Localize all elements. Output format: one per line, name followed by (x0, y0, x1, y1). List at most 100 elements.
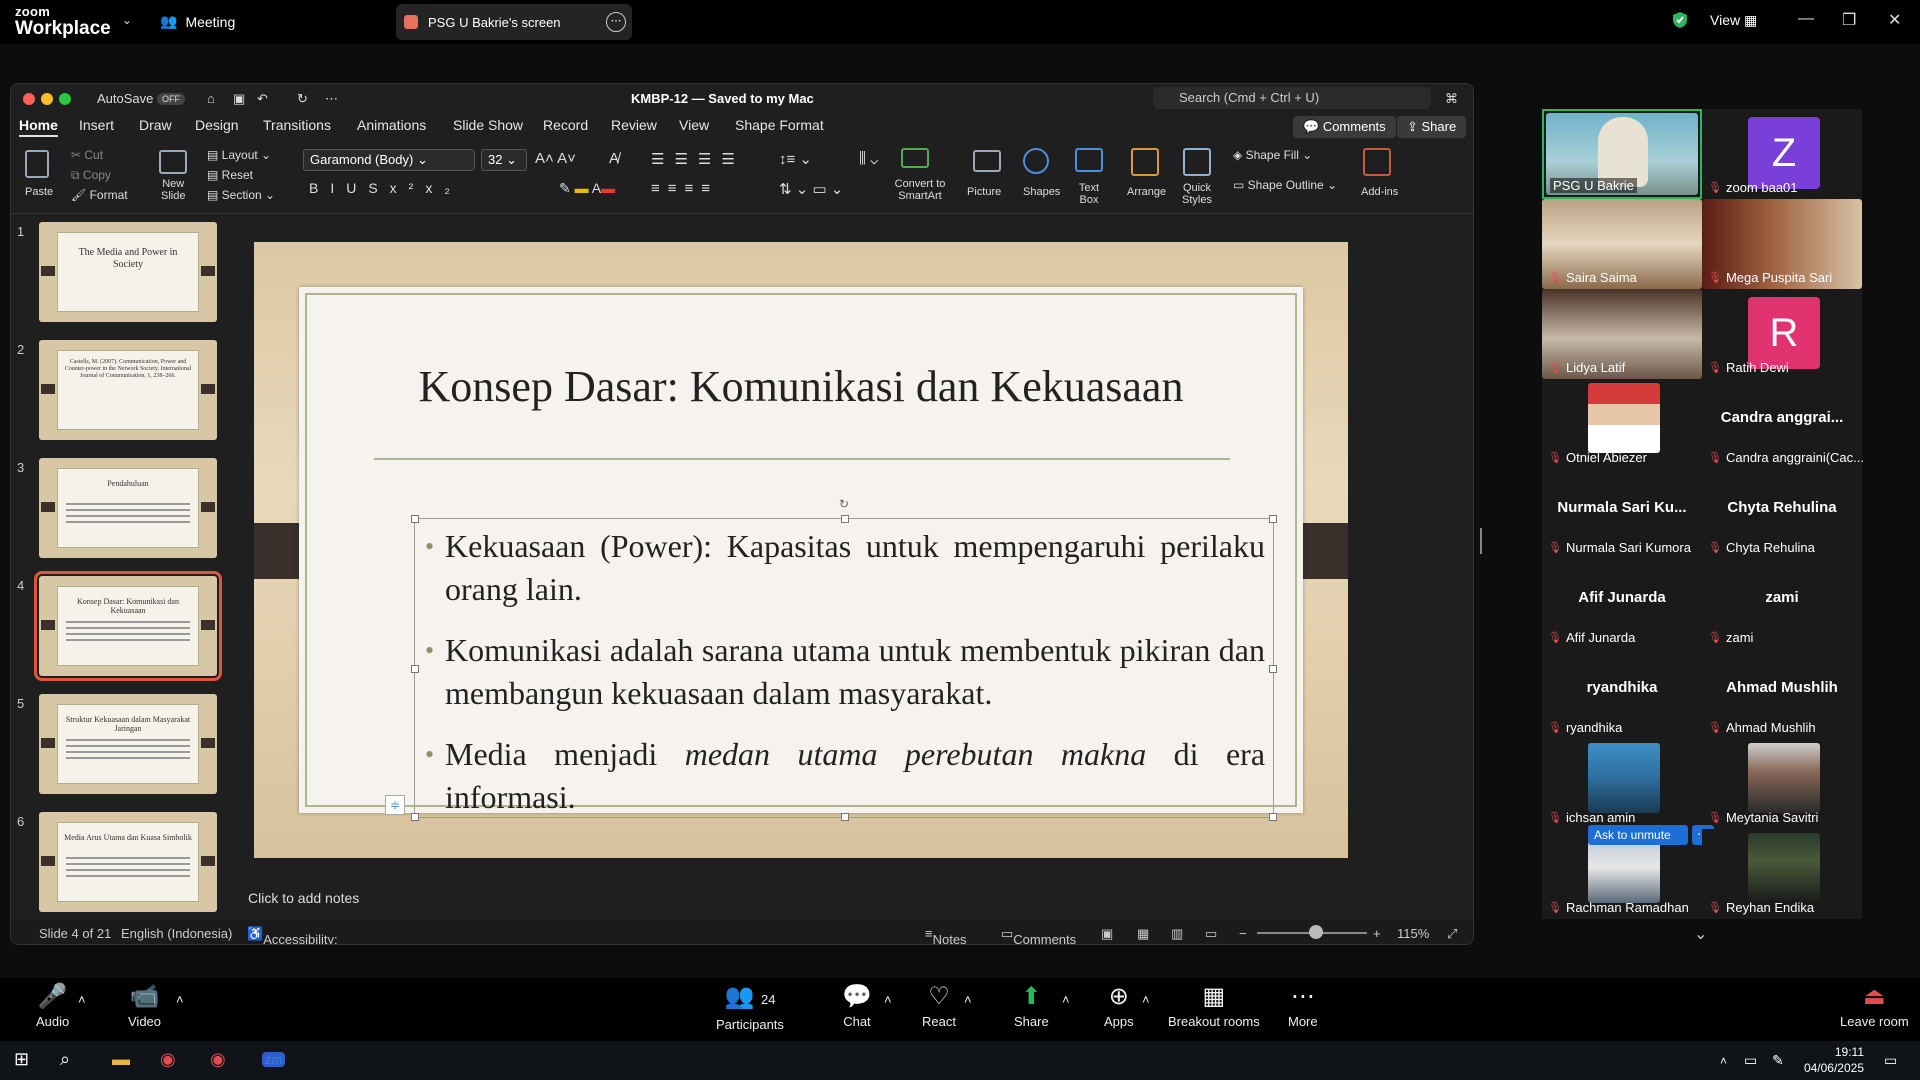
share-link-icon[interactable]: ⌘ (1445, 91, 1458, 107)
participant-tile[interactable]: Ask to unmute ⋯ 🎙Rachman Ramadhan (1542, 825, 1714, 919)
participant-tile[interactable]: 🎙 Lidya Latif (1542, 289, 1702, 379)
tab-view[interactable]: View (679, 117, 709, 133)
slide-thumbnail-1[interactable]: The Media and Power in Society (39, 222, 217, 322)
notes-pane[interactable]: Click to add notes (248, 890, 359, 906)
more-button[interactable]: ⋯ More (1288, 980, 1318, 1029)
rotate-handle-icon[interactable]: ↻ (839, 497, 849, 511)
view-button[interactable]: View ▦ (1710, 12, 1757, 29)
resize-handle[interactable] (411, 515, 419, 523)
chat-options-icon[interactable]: ˄ (884, 992, 892, 1007)
participant-tile[interactable]: 🎙 Meytania Savitri (1702, 739, 1862, 829)
participant-tile[interactable]: zami 🎙 zami (1702, 559, 1862, 649)
copy-button[interactable]: ⧉ Copy (71, 168, 111, 183)
zoom-in-icon[interactable]: + (1373, 926, 1381, 941)
network-icon[interactable]: ▭ (1744, 1052, 1757, 1069)
audio-button[interactable]: 🎤 Audio (36, 980, 69, 1029)
zoom-out-icon[interactable]: − (1239, 926, 1247, 941)
new-slide-icon[interactable] (159, 150, 187, 174)
react-button[interactable]: ♡ React (922, 980, 956, 1029)
slide-canvas[interactable]: Konsep Dasar: Komunikasi dan Kekuasaan ↻… (254, 242, 1348, 858)
search-input[interactable]: Search (Cmd + Ctrl + U) (1153, 87, 1431, 109)
participant-tile[interactable]: Z 🎙 zoom baa01 (1702, 109, 1862, 199)
language-indicator[interactable]: English (Indonesia) (121, 926, 232, 941)
font-size-select[interactable]: 32 ⌄ (481, 149, 527, 171)
bullet-textbox[interactable]: ↻ Kekuasaan (Power): Kapasitas untuk mem… (385, 497, 1277, 821)
participant-tile[interactable]: Ahmad Mushlih 🎙 Ahmad Mushlih (1702, 649, 1862, 739)
more-options-icon[interactable]: ⋯ (606, 12, 626, 32)
slide-sorter-icon[interactable]: ▦ (1137, 926, 1149, 942)
resize-handle[interactable] (411, 813, 419, 821)
tray-chevron-icon[interactable]: ˄ (1720, 1054, 1727, 1068)
tab-slide-show[interactable]: Slide Show (453, 117, 523, 133)
participant-tile[interactable]: 🎙 Saira Saima (1542, 199, 1702, 289)
chrome-active-icon[interactable]: ◉ (210, 1049, 226, 1070)
grow-font-icon[interactable]: A˄ A˅ (535, 150, 576, 167)
tab-review[interactable]: Review (611, 117, 657, 133)
participant-tile[interactable]: Afif Junarda 🎙 Afif Junarda (1542, 559, 1702, 649)
font-family-select[interactable]: Garamond (Body) ⌄ (303, 149, 475, 171)
notifications-icon[interactable]: ▭ (1884, 1052, 1897, 1069)
resize-handle[interactable] (1269, 515, 1277, 523)
fit-slide-icon[interactable]: ⤢ (1447, 926, 1457, 942)
autofit-options-icon[interactable]: ≑ (385, 795, 405, 815)
resize-handle[interactable] (1269, 665, 1277, 673)
security-shield-icon[interactable] (1672, 11, 1688, 29)
smartart-icon[interactable] (901, 148, 929, 168)
share-options-icon[interactable]: ˄ (1062, 992, 1070, 1007)
participant-tile[interactable]: Nurmala Sari Ku... 🎙 Nurmala Sari Kumora (1542, 469, 1702, 559)
participant-tile[interactable]: 🎙 ichsan amin (1542, 739, 1702, 829)
participant-tile[interactable]: ryandhika 🎙 ryandhika (1542, 649, 1702, 739)
resize-handle[interactable] (411, 665, 419, 673)
participants-button[interactable]: 👥 24 Participants (716, 980, 784, 1032)
ask-to-unmute-button[interactable]: Ask to unmute (1588, 825, 1688, 845)
close-icon[interactable]: ✕ (1888, 10, 1901, 30)
video-button[interactable]: 📹 Video (128, 980, 161, 1029)
slide-thumbnail-5[interactable]: Struktur Kekuasaan dalam Masyarakat Jari… (39, 694, 217, 794)
zoom-app-icon[interactable]: zm (262, 1052, 286, 1067)
zoom-level[interactable]: 115% (1397, 926, 1429, 941)
leave-room-button[interactable]: ⏏ Leave room (1840, 980, 1909, 1029)
participant-tile[interactable]: R 🎙 Ratih Dewi (1702, 289, 1862, 379)
highlight-icon[interactable]: ✎ ▬ A▬ (559, 180, 615, 197)
apps-options-icon[interactable]: ˄ (1142, 992, 1150, 1007)
file-explorer-icon[interactable]: ▬ (112, 1049, 130, 1070)
apps-button[interactable]: ⊕ Apps (1104, 980, 1134, 1029)
screen-share-indicator[interactable]: PSG U Bakrie's screen ⋯ (396, 4, 632, 40)
windows-start-icon[interactable]: ⊞ (14, 1049, 29, 1070)
more-icon[interactable]: ⋯ (325, 91, 338, 107)
react-options-icon[interactable]: ˄ (964, 992, 972, 1007)
home-icon[interactable]: ⌂ (207, 91, 215, 106)
text-direction-icon[interactable]: ⇅ ⌄ ▭ ⌄ (779, 180, 843, 198)
tab-design[interactable]: Design (195, 117, 239, 133)
undo-icon[interactable]: ↶ (257, 91, 268, 107)
accessibility-button[interactable]: ♿ Accessibility: Investigate (247, 926, 338, 944)
notes-toggle[interactable]: ≡ Notes (925, 926, 967, 944)
comments-button[interactable]: 💬 Comments (1293, 116, 1396, 138)
paste-icon[interactable] (25, 150, 49, 178)
tab-insert[interactable]: Insert (79, 117, 114, 133)
comments-toggle[interactable]: ▭ Comments (1001, 926, 1076, 944)
format-painter-button[interactable]: 🖌 Format (71, 188, 128, 202)
resize-handle[interactable] (1269, 813, 1277, 821)
chat-button[interactable]: 💬 Chat (842, 980, 872, 1029)
section-button[interactable]: ▤ Section ⌄ (207, 188, 275, 202)
reset-button[interactable]: ▤ Reset (207, 168, 253, 182)
restore-icon[interactable]: ❐ (1842, 10, 1856, 30)
slide-thumbnail-3[interactable]: Pendahuluan (39, 458, 217, 558)
share-button[interactable]: ⇪ Share (1397, 116, 1467, 138)
addins-icon[interactable] (1363, 148, 1391, 176)
text-format-icons[interactable]: BIUSx²x₂ (309, 180, 462, 196)
shape-fill-button[interactable]: ◈ Shape Fill ⌄ (1233, 148, 1312, 162)
tab-animations[interactable]: Animations (357, 117, 426, 133)
autosave-toggle[interactable]: OFF (157, 93, 185, 105)
clear-format-icon[interactable]: A̸ (609, 150, 619, 167)
participant-tile[interactable]: 🎙 Reyhan Endika (1702, 829, 1862, 919)
picture-icon[interactable] (973, 150, 1001, 172)
meeting-button[interactable]: 👥 Meeting (160, 13, 235, 30)
redo-icon[interactable]: ↻ (297, 91, 308, 107)
system-clock[interactable]: 19:11 04/06/2025 (1804, 1044, 1864, 1076)
layout-button[interactable]: ▤ Layout ⌄ (207, 148, 271, 162)
minimize-window-button[interactable] (41, 93, 53, 105)
tab-shape-format[interactable]: Shape Format (735, 117, 824, 133)
tab-transitions[interactable]: Transitions (263, 117, 331, 133)
